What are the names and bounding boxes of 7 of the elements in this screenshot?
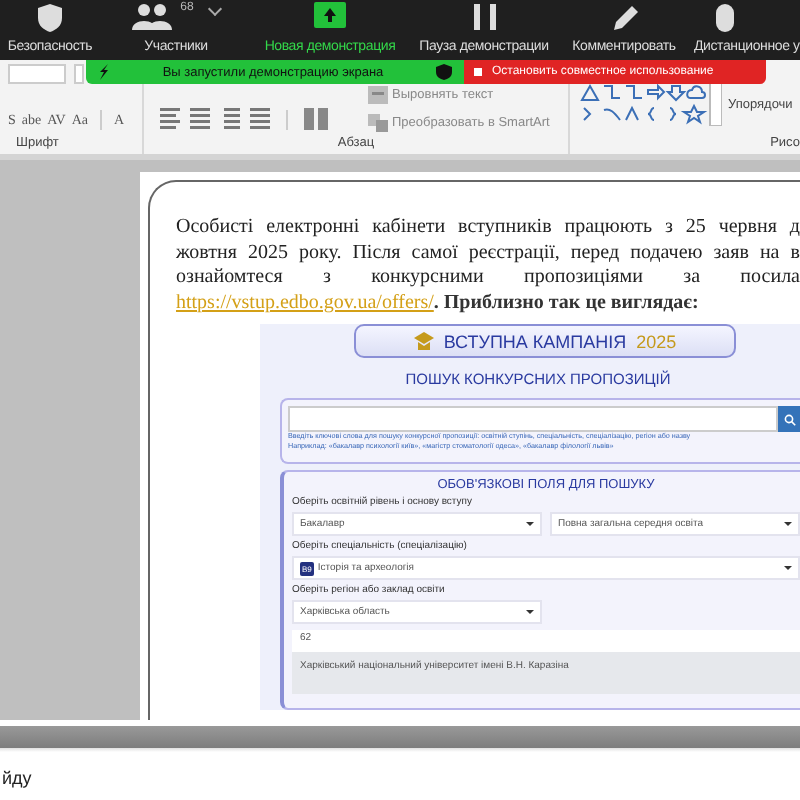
document-text: йду <box>0 766 34 788</box>
paragraph-line: жовтня 2025 року. Після самої реєстрації, перед подачею заяв на в <box>176 241 800 266</box>
paragraph-line: Особисті електронні кабінети вступників працюють з 25 червня д <box>176 216 800 241</box>
campaign-year: 2025 <box>636 331 677 351</box>
campaign-title: ВСТУПНА КАМПАНІЯ <box>443 331 627 351</box>
paragraph-line: https://vstup.edbo.gov.ua/offers/. Приблизно так це виглядає: <box>176 291 701 316</box>
paragraph-line: ознайомтеся з конкурсними пропозиціями за посила <box>176 266 800 291</box>
